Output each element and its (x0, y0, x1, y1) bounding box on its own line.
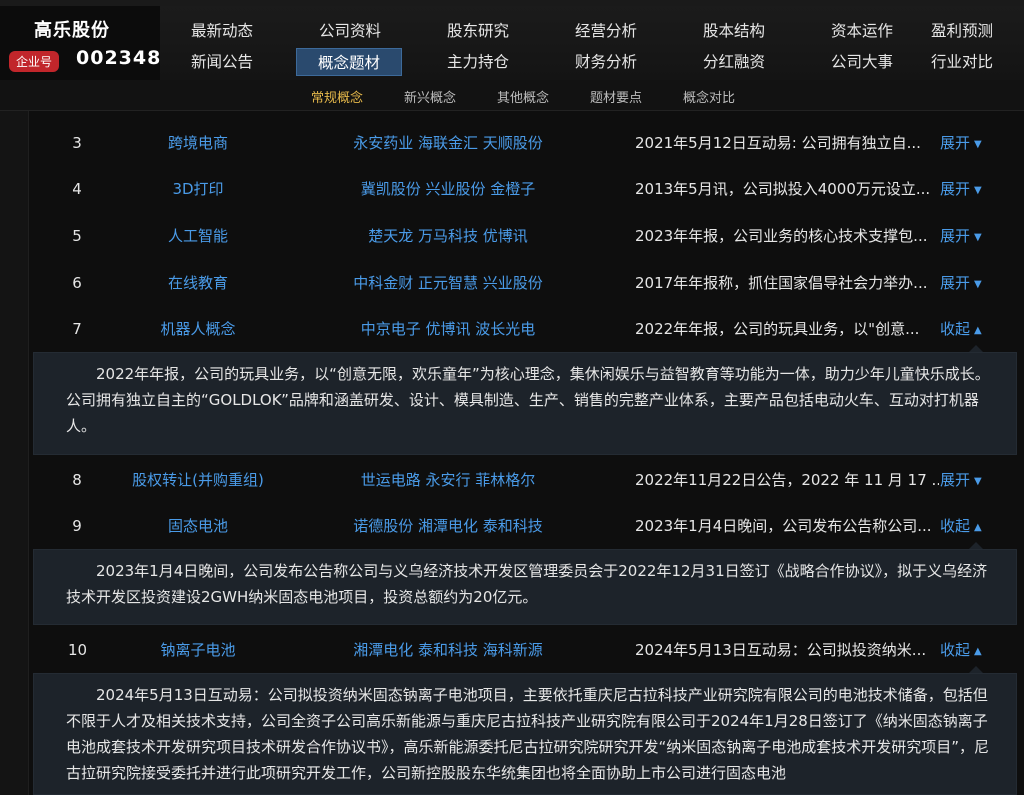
stock-code: 002348 (76, 47, 162, 69)
chevron-down-icon: ▼ (974, 185, 982, 196)
concept-link[interactable]: 股权转让(并购重组) (98, 457, 298, 503)
concept-link[interactable]: 人工智能 (98, 213, 298, 259)
nav-concept-themes[interactable]: 概念题材 (296, 48, 402, 76)
toggle-label: 收起 (940, 641, 971, 659)
toggle-label: 展开 (940, 274, 971, 292)
sub-nav: 常规概念 新兴概念 其他概念 题材要点 概念对比 (0, 80, 1024, 111)
expand-toggle[interactable]: 展开 ▼ (940, 213, 1000, 262)
related-stocks[interactable]: 中科金财 正元智慧 兴业股份 (328, 260, 568, 306)
toggle-label: 展开 (940, 471, 971, 489)
table-row: 10 钠离子电池 湘潭电化 泰和科技 海科新源 2024年5月13日互动易：公司… (28, 627, 1024, 673)
expand-toggle[interactable]: 展开 ▼ (940, 120, 1000, 169)
table-row: 5 人工智能 楚天龙 万马科技 优博讯 2023年年报，公司业务的核心技术支撑包… (28, 213, 1024, 259)
chevron-up-icon: ▲ (974, 522, 982, 533)
toggle-label: 收起 (940, 517, 971, 535)
subnav-emerging-concepts[interactable]: 新兴概念 (404, 87, 456, 106)
related-stocks[interactable]: 楚天龙 万马科技 优博讯 (328, 213, 568, 259)
toggle-label: 展开 (940, 227, 971, 245)
subnav-theme-points[interactable]: 题材要点 (590, 87, 642, 106)
row-number: 8 (72, 471, 82, 489)
nav-share-structure[interactable]: 股本结构 (672, 17, 796, 45)
subnav-other-concepts[interactable]: 其他概念 (497, 87, 549, 106)
nav-announcements[interactable]: 新闻公告 (160, 48, 284, 76)
main-nav: 最新动态 公司资料 股东研究 经营分析 股本结构 资本运作 盈利预测 新闻公告 … (160, 6, 1024, 80)
subnav-concept-compare[interactable]: 概念对比 (683, 87, 735, 106)
table-row: 7 机器人概念 中京电子 优博讯 波长光电 2022年年报，公司的玩具业务，以"… (28, 306, 1024, 352)
row-number: 10 (68, 641, 88, 659)
chevron-down-icon: ▼ (974, 139, 982, 150)
concept-detail-solid-battery: 2023年1月4日晚间，公司发布公告称公司与义乌经济技术开发区管理委员会于202… (33, 549, 1017, 625)
toggle-label: 收起 (940, 320, 971, 338)
concept-link[interactable]: 固态电池 (98, 503, 298, 549)
header: 高乐股份 企业号 002348 最新动态 公司资料 股东研究 经营分析 股本结构… (0, 6, 1024, 81)
row-number: 7 (72, 320, 82, 338)
related-stocks[interactable]: 中京电子 优博讯 波长光电 (328, 306, 568, 352)
concept-summary: 2022年11月22日公告，2022 年 11 月 17 ... (635, 471, 939, 489)
expand-toggle[interactable]: 展开 ▼ (940, 260, 1000, 309)
row-number: 9 (72, 517, 82, 535)
expand-toggle[interactable]: 展开 ▼ (940, 457, 1000, 506)
related-stocks[interactable]: 冀凯股份 兴业股份 金橙子 (328, 166, 568, 212)
table-row: 4 3D打印 冀凯股份 兴业股份 金橙子 2013年5月讯，公司拟投入4000万… (28, 166, 1024, 212)
expand-toggle[interactable]: 展开 ▼ (940, 166, 1000, 215)
concept-link[interactable]: 跨境电商 (98, 120, 298, 166)
related-stocks[interactable]: 永安药业 海联金汇 天顺股份 (328, 120, 568, 166)
concept-summary: 2023年1月4日晚间，公司发布公告称公司... (635, 517, 932, 535)
chevron-up-icon: ▲ (974, 646, 982, 657)
nav-shareholder-research[interactable]: 股东研究 (416, 17, 540, 45)
row-number: 4 (72, 180, 82, 198)
nav-major-holdings[interactable]: 主力持仓 (416, 48, 540, 76)
nav-company-profile[interactable]: 公司资料 (288, 17, 412, 45)
related-stocks[interactable]: 湘潭电化 泰和科技 海科新源 (328, 627, 568, 673)
concept-summary: 2023年年报，公司业务的核心技术支撑包... (635, 227, 928, 245)
subnav-regular-concepts[interactable]: 常规概念 (311, 87, 363, 106)
concept-summary: 2022年年报，公司的玩具业务，以"创意... (635, 320, 920, 338)
toggle-label: 展开 (940, 180, 971, 198)
nav-dividend-financing[interactable]: 分红融资 (672, 48, 796, 76)
nav-earnings-forecast[interactable]: 盈利预测 (900, 17, 1024, 45)
company-brand: 高乐股份 企业号 002348 (0, 6, 160, 80)
toggle-label: 展开 (940, 134, 971, 152)
company-name: 高乐股份 (34, 20, 110, 41)
concept-link[interactable]: 3D打印 (98, 166, 298, 212)
concept-detail-sodium-battery: 2024年5月13日互动易：公司拟投资纳米固态钠离子电池项目，主要依托重庆尼古拉… (33, 673, 1017, 795)
concept-link[interactable]: 在线教育 (98, 260, 298, 306)
chevron-down-icon: ▼ (974, 232, 982, 243)
concept-summary: 2021年5月12日互动易: 公司拥有独立自... (635, 134, 921, 152)
row-number: 6 (72, 274, 82, 292)
chevron-up-icon: ▲ (974, 325, 982, 336)
table-row: 9 固态电池 诺德股份 湘潭电化 泰和科技 2023年1月4日晚间，公司发布公告… (28, 503, 1024, 549)
table-row: 3 跨境电商 永安药业 海联金汇 天顺股份 2021年5月12日互动易: 公司拥… (28, 120, 1024, 166)
concept-summary: 2013年5月讯，公司拟投入4000万元设立... (635, 180, 931, 198)
nav-industry-compare[interactable]: 行业对比 (900, 48, 1024, 76)
chevron-down-icon: ▼ (974, 279, 982, 290)
row-number: 3 (72, 134, 82, 152)
left-gutter (0, 111, 29, 795)
concept-detail-robot: 2022年年报，公司的玩具业务，以“创意无限，欢乐童年”为核心理念，集休闲娱乐与… (33, 352, 1017, 455)
chevron-down-icon: ▼ (974, 476, 982, 487)
concept-list: 3 跨境电商 永安药业 海联金汇 天顺股份 2021年5月12日互动易: 公司拥… (0, 111, 1024, 795)
concept-summary: 2024年5月13日互动易：公司拟投资纳米... (635, 641, 927, 659)
nav-business-analysis[interactable]: 经营分析 (544, 17, 668, 45)
related-stocks[interactable]: 世运电路 永安行 菲林格尔 (328, 457, 568, 503)
table-row: 8 股权转让(并购重组) 世运电路 永安行 菲林格尔 2022年11月22日公告… (28, 457, 1024, 503)
concept-link[interactable]: 钠离子电池 (98, 627, 298, 673)
enterprise-badge[interactable]: 企业号 (9, 51, 60, 72)
concept-link[interactable]: 机器人概念 (98, 306, 298, 352)
nav-financial-analysis[interactable]: 财务分析 (544, 48, 668, 76)
row-number: 5 (72, 227, 82, 245)
nav-latest-news[interactable]: 最新动态 (160, 17, 284, 45)
related-stocks[interactable]: 诺德股份 湘潭电化 泰和科技 (328, 503, 568, 549)
table-row: 6 在线教育 中科金财 正元智慧 兴业股份 2017年年报称，抓住国家倡导社会力… (28, 260, 1024, 306)
concept-summary: 2017年年报称，抓住国家倡导社会力举办... (635, 274, 928, 292)
